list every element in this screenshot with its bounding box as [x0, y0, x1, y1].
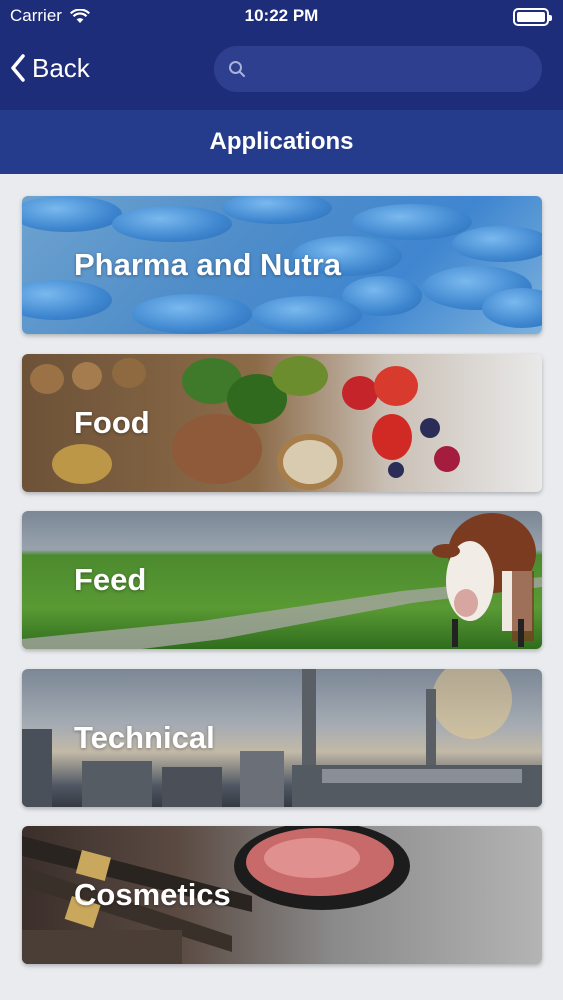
top-bar: Carrier 10:22 PM Back — [0, 0, 563, 110]
status-time: 10:22 PM — [244, 6, 319, 25]
category-card-technical[interactable]: Technical — [22, 668, 542, 807]
category-card-cosmetics[interactable]: Cosmetics — [22, 826, 542, 964]
category-list: Pharma and Nutra Food Feed Technical Cos… — [22, 196, 542, 984]
category-label: Cosmetics — [74, 877, 231, 912]
category-label: Feed — [74, 562, 147, 597]
category-card-pharma-and-nutra[interactable]: Pharma and Nutra — [22, 196, 542, 334]
search-bar[interactable] — [214, 46, 542, 92]
search-icon — [229, 61, 245, 77]
search-input[interactable] — [254, 58, 524, 80]
page-title: Applications — [209, 128, 354, 155]
back-button[interactable]: Back — [10, 48, 90, 88]
chevron-left-icon — [11, 54, 25, 82]
page-header: Applications — [0, 110, 563, 174]
back-label: Back — [32, 52, 90, 83]
category-card-feed[interactable]: Feed — [22, 511, 542, 649]
category-label: Food — [74, 404, 150, 440]
category-label: Technical — [74, 719, 215, 755]
category-label: Pharma and Nutra — [74, 247, 342, 282]
battery-icon — [513, 8, 552, 26]
status-bar: Carrier 10:22 PM — [0, 0, 563, 34]
category-card-food[interactable]: Food — [22, 353, 542, 492]
